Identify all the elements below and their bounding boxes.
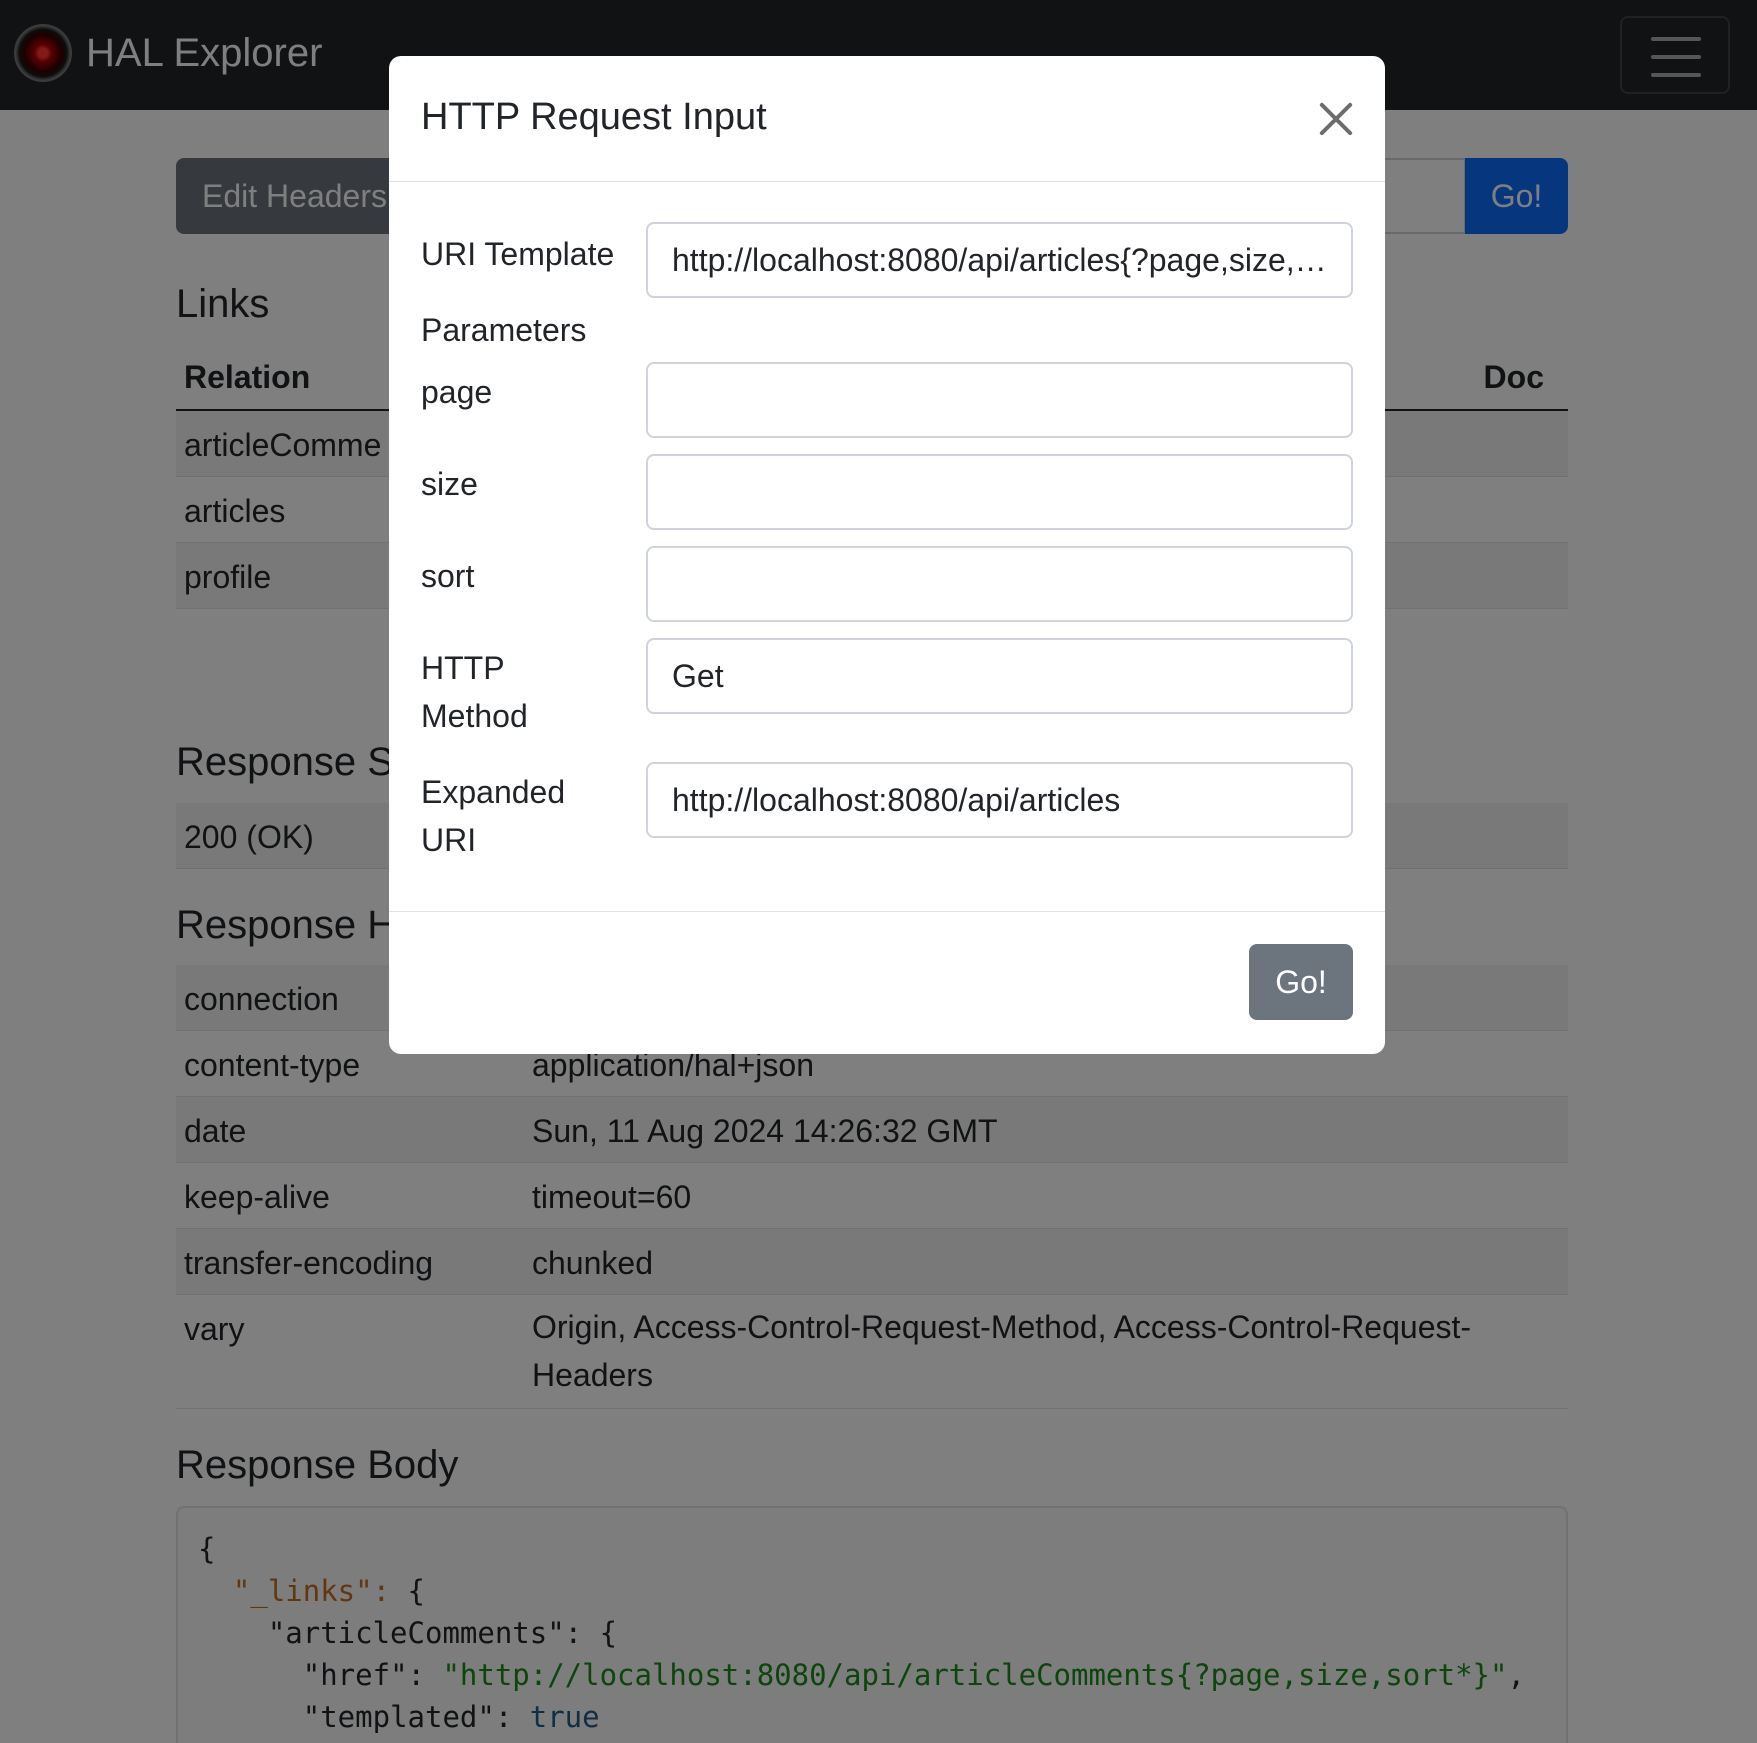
sort-param-input[interactable] xyxy=(646,546,1353,622)
http-method-label: HTTP Method xyxy=(421,644,528,740)
sort-param-label: sort xyxy=(421,558,475,594)
close-icon[interactable] xyxy=(1311,94,1361,144)
expanded-uri-field[interactable]: http://localhost:8080/api/articles xyxy=(646,762,1353,838)
modal-header: HTTP Request Input xyxy=(389,56,1385,182)
page-param-input[interactable] xyxy=(646,362,1353,438)
uri-template-label: URI Template xyxy=(421,236,615,272)
expanded-uri-label: Expanded URI xyxy=(421,768,565,864)
http-method-field[interactable]: Get xyxy=(646,638,1353,714)
modal-go-button[interactable]: Go! xyxy=(1249,944,1353,1020)
modal-title: HTTP Request Input xyxy=(421,96,767,138)
uri-template-field[interactable]: http://localhost:8080/api/articles{?page… xyxy=(646,222,1353,298)
http-method-label-line1: HTTP xyxy=(421,650,505,686)
parameters-label: Parameters xyxy=(421,312,587,348)
expanded-uri-label-line1: Expanded xyxy=(421,774,566,810)
http-method-label-line2: Method xyxy=(421,698,528,734)
size-param-input[interactable] xyxy=(646,454,1353,530)
page-param-label: page xyxy=(421,374,493,410)
modal-footer: Go! xyxy=(389,911,1385,1054)
size-param-label: size xyxy=(421,466,478,502)
expanded-uri-label-line2: URI xyxy=(421,822,477,858)
http-request-modal: HTTP Request Input URI Template http://l… xyxy=(389,56,1385,1054)
